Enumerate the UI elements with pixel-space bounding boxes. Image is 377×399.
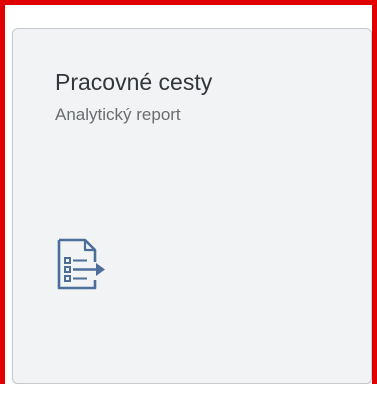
tile-title: Pracovné cesty bbox=[55, 69, 213, 95]
bottom-strip bbox=[0, 384, 377, 399]
report-list-export-icon bbox=[57, 238, 105, 290]
app-tile-pracovne-cesty[interactable]: Pracovné cesty Analytický report bbox=[12, 28, 372, 384]
tile-subtitle: Analytický report bbox=[55, 105, 181, 124]
